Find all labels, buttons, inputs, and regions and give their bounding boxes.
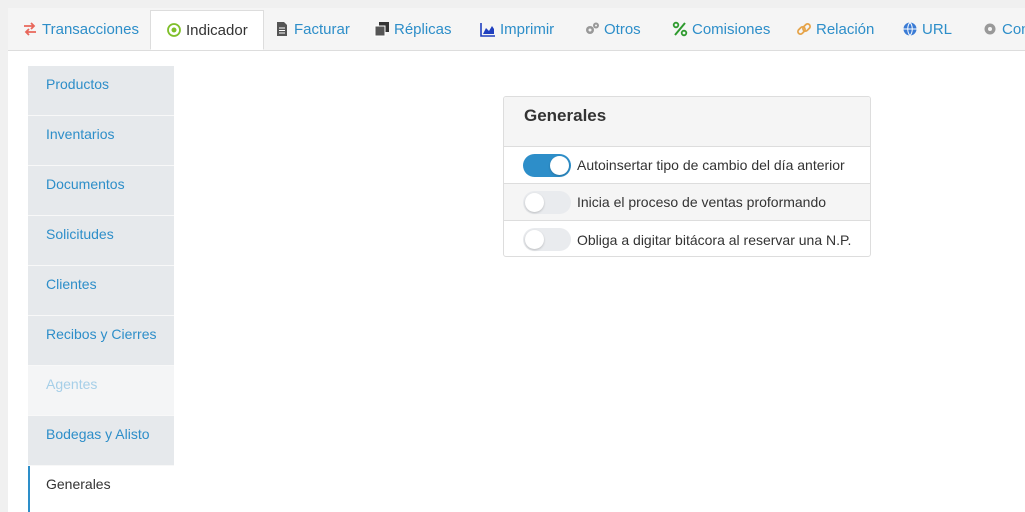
bitacora-toggle[interactable]	[523, 228, 571, 251]
option-label: Autoinsertar tipo de cambio del día ante…	[577, 157, 845, 173]
sidebar-item-documentos[interactable]: Documentos	[28, 166, 174, 216]
target-circle-icon	[166, 22, 182, 38]
tab-facturar[interactable]: Facturar	[274, 8, 350, 50]
tab-relacion[interactable]: Relación	[796, 8, 874, 50]
sidebar-item-generales[interactable]: Generales	[28, 466, 174, 512]
sidebar-item-inventarios[interactable]: Inventarios	[28, 116, 174, 166]
sidebar-item-productos[interactable]: Productos	[28, 66, 174, 116]
sidebar-item-clientes[interactable]: Clientes	[28, 266, 174, 316]
option-row: Obliga a digitar bitácora al reservar un…	[504, 221, 870, 256]
tab-label: Relación	[816, 20, 875, 38]
transfer-arrows-icon	[22, 21, 38, 37]
percent-icon	[672, 21, 688, 37]
autoinsertar-toggle[interactable]	[523, 153, 571, 177]
tab-bar: Transacciones Indicador Facturar Réplica…	[8, 8, 1025, 51]
tab-label: URL	[922, 20, 953, 38]
sidebar-item-solicitudes[interactable]: Solicitudes	[28, 216, 174, 266]
option-label: Inicia el proceso de ventas proformando	[577, 194, 827, 210]
tab-label: Facturar	[294, 20, 350, 38]
gears-icon	[584, 21, 600, 37]
app-frame: Transacciones Indicador Facturar Réplica…	[8, 8, 1025, 512]
settings-sidebar: Productos Inventarios Documentos Solicit…	[28, 66, 174, 512]
toggle-knob	[525, 230, 544, 249]
sidebar-item-agentes: Agentes	[28, 366, 174, 416]
tab-label: Comisiones	[692, 20, 771, 38]
tab-con[interactable]: Con	[982, 8, 1025, 50]
toggle-knob	[550, 155, 569, 175]
link-icon	[796, 21, 812, 37]
tab-replicas[interactable]: Réplicas	[374, 8, 452, 50]
tab-label: Con	[1002, 20, 1025, 38]
tab-url[interactable]: URL	[902, 8, 952, 50]
tab-transacciones[interactable]: Transacciones	[22, 8, 139, 50]
generales-panel: Generales Autoinsertar tipo de cambio de…	[503, 96, 871, 257]
tab-label: Otros	[604, 20, 641, 38]
proformando-toggle[interactable]	[523, 190, 571, 214]
option-row: Autoinsertar tipo de cambio del día ante…	[504, 147, 870, 184]
copy-stack-icon	[374, 21, 390, 37]
option-label: Obliga a digitar bitácora al reservar un…	[577, 231, 852, 248]
globe-icon	[902, 21, 918, 37]
tab-label: Réplicas	[394, 20, 452, 38]
tab-otros[interactable]: Otros	[584, 8, 641, 50]
gear-icon	[982, 21, 998, 37]
tab-label: Imprimir	[500, 20, 555, 38]
tab-label: Transacciones	[42, 20, 139, 38]
toggle-knob	[525, 192, 544, 212]
document-icon	[274, 21, 290, 37]
tab-comisiones[interactable]: Comisiones	[672, 8, 770, 50]
sidebar-item-bodegas-y-alisto[interactable]: Bodegas y Alisto	[28, 416, 174, 466]
tab-label: Indicador	[186, 21, 248, 39]
panel-title: Generales	[504, 97, 870, 147]
tab-imprimir[interactable]: Imprimir	[480, 8, 554, 50]
sidebar-item-recibos-y-cierres[interactable]: Recibos y Cierres	[28, 316, 174, 366]
tab-indicador[interactable]: Indicador	[150, 10, 264, 50]
area-chart-icon	[480, 21, 496, 37]
option-row: Inicia el proceso de ventas proformando	[504, 184, 870, 221]
